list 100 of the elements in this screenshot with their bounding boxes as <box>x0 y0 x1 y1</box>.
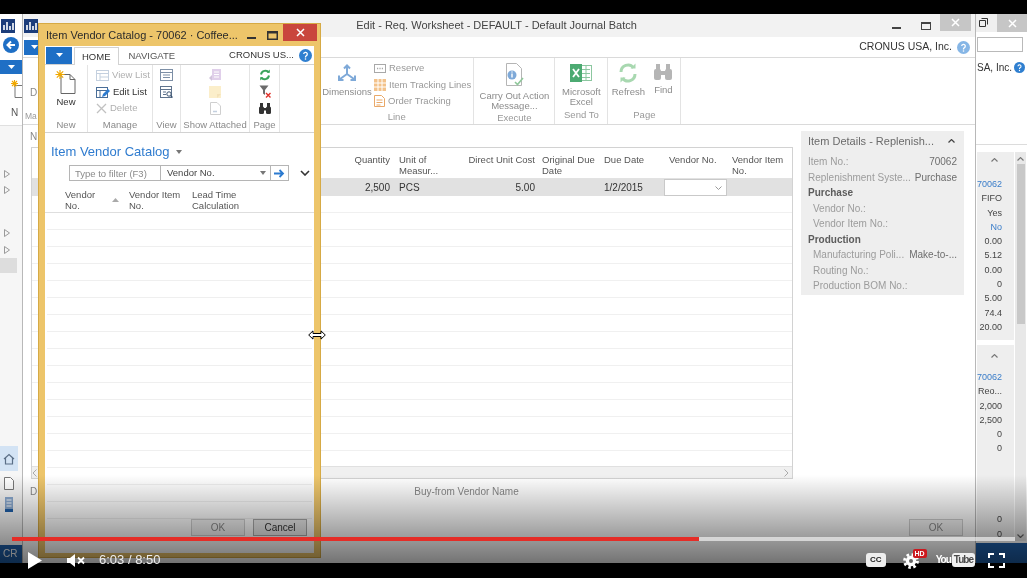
ribbon-button-label: D <box>30 88 38 98</box>
dropdown-field[interactable] <box>664 179 727 196</box>
captions-button[interactable]: CC <box>865 553 886 567</box>
caret-up-icon[interactable] <box>991 354 998 358</box>
search-field[interactable] <box>977 37 1023 52</box>
dialog-button[interactable]: Cancel <box>253 519 307 536</box>
filter-input[interactable]: Type to filter (F3) <box>69 165 160 181</box>
list-icon <box>96 69 109 81</box>
company-name: CRONUS USA, Inc. <box>859 39 952 55</box>
column-header[interactable]: Vendor Item No. <box>732 154 792 176</box>
expand-arrow-icon <box>4 229 10 237</box>
field-dropdown[interactable]: Vendor No. <box>160 165 270 181</box>
ribbon-group-label: Page <box>253 118 276 132</box>
minimize-icon <box>892 27 901 29</box>
back-arrow-icon <box>3 37 19 53</box>
ribbon-button[interactable] <box>160 83 173 100</box>
field-value: 5.12 <box>984 249 1002 263</box>
window-icon <box>160 69 173 82</box>
close-icon <box>951 18 960 27</box>
chevron-down-icon[interactable] <box>300 170 310 176</box>
caret-down-icon <box>7 65 15 69</box>
close-icon <box>1007 18 1017 28</box>
fullscreen-button[interactable] <box>985 550 1007 570</box>
ribbon-button[interactable]: Refresh <box>610 58 647 97</box>
caret-down-icon <box>55 53 63 57</box>
ribbon-button[interactable]: New <box>55 70 77 108</box>
column-header[interactable]: Direct Unit Cost <box>468 154 535 165</box>
caret-down-icon <box>31 45 38 49</box>
ribbon-group-label: Ma <box>25 110 37 122</box>
field-label: Replenishment Syste... <box>808 170 911 185</box>
chevron-down-icon <box>1017 534 1024 538</box>
go-button[interactable] <box>270 165 289 181</box>
back-button[interactable] <box>3 37 19 53</box>
progress-bar[interactable] <box>12 537 1015 541</box>
window-title: Item Vendor Catalog - 70062 · Coffee... <box>46 27 238 43</box>
company-name: SA, Inc. <box>976 60 1012 75</box>
field-value[interactable]: 70062 <box>976 370 1002 385</box>
ribbon-button[interactable]: Microsoft Excel <box>557 58 606 107</box>
clear-filter-icon <box>258 85 271 99</box>
field-value: 2,500 <box>979 413 1002 427</box>
ribbon-tab[interactable]: HOME <box>74 47 119 65</box>
ribbon-button[interactable]: Edit List <box>96 83 147 100</box>
document-icon <box>4 477 14 490</box>
table-cell: 5.00 <box>515 182 535 193</box>
section-heading: Production <box>808 232 861 247</box>
app-menu-button[interactable] <box>46 46 72 64</box>
notes-icon <box>209 68 221 82</box>
app-menu-button[interactable] <box>0 60 22 74</box>
ribbon-tab[interactable]: NAVIGATE <box>120 46 184 64</box>
chevron-left-icon <box>32 468 37 477</box>
field-value: 0.00 <box>984 235 1002 249</box>
help-icon[interactable] <box>1014 61 1025 73</box>
edit-list-icon <box>96 85 110 98</box>
field-value: Make-to-... <box>909 248 957 263</box>
close-button[interactable] <box>283 24 317 41</box>
field-value: 20.00 <box>979 320 1002 334</box>
column-header[interactable]: Quantity <box>354 154 390 165</box>
column-header[interactable]: Vendor No. <box>669 154 717 165</box>
field-label: Item No.: <box>808 155 849 170</box>
caret-down-icon <box>260 171 266 175</box>
branching-arrows-icon <box>336 63 358 83</box>
vertical-scrollbar[interactable] <box>1015 152 1026 541</box>
field-value: 0.00 <box>984 263 1002 277</box>
field-value: FIFO <box>981 192 1002 206</box>
document-info-icon <box>504 63 525 87</box>
ribbon-group-label: New <box>56 118 76 132</box>
document-icon <box>209 101 221 115</box>
ribbon-group-label: Line <box>387 109 406 124</box>
ribbon-button[interactable]: Carry Out Action Message... <box>476 58 553 111</box>
maximize-icon <box>920 21 931 30</box>
field-value: 70062 <box>929 155 957 170</box>
ribbon-button[interactable]: Find <box>648 58 679 95</box>
ribbon-button[interactable]: Dimensions <box>322 58 372 97</box>
field-value[interactable]: No <box>990 219 1002 235</box>
binoculars-icon <box>258 102 271 114</box>
binoculars-icon <box>653 63 674 81</box>
ribbon-group-label: View <box>156 118 177 132</box>
field-label: Vendor Item No.: <box>813 217 889 232</box>
column-header[interactable]: Due Date <box>604 154 645 165</box>
status-bar <box>976 543 1027 563</box>
column-header[interactable]: Unit of Measur... <box>399 154 459 176</box>
field-value[interactable]: 70062 <box>976 177 1002 192</box>
scrollbar-thumb[interactable] <box>1016 164 1025 324</box>
field-label: Buy-from Vendor Name <box>414 485 519 498</box>
caret-up-icon[interactable] <box>991 158 998 162</box>
close-icon <box>295 28 305 37</box>
field-value: 0 <box>997 278 1002 292</box>
ribbon-button[interactable] <box>258 100 271 117</box>
ribbon-group-label: Send To <box>564 108 599 122</box>
column-header[interactable]: Original Due Date <box>542 154 601 176</box>
caret-down-icon[interactable] <box>175 150 182 154</box>
chevron-right-icon <box>784 468 789 477</box>
restore-button[interactable] <box>977 16 989 28</box>
help-icon[interactable] <box>299 48 312 62</box>
home-button[interactable] <box>0 446 18 471</box>
caret-up-icon[interactable] <box>948 139 955 143</box>
document-icon <box>374 95 385 108</box>
field-label: Manufacturing Poli... <box>813 248 905 263</box>
company-name: CRONUS US... <box>229 47 294 62</box>
window-title: Edit - Req. Worksheet - DEFAULT - Default Journal Batch <box>356 18 637 34</box>
